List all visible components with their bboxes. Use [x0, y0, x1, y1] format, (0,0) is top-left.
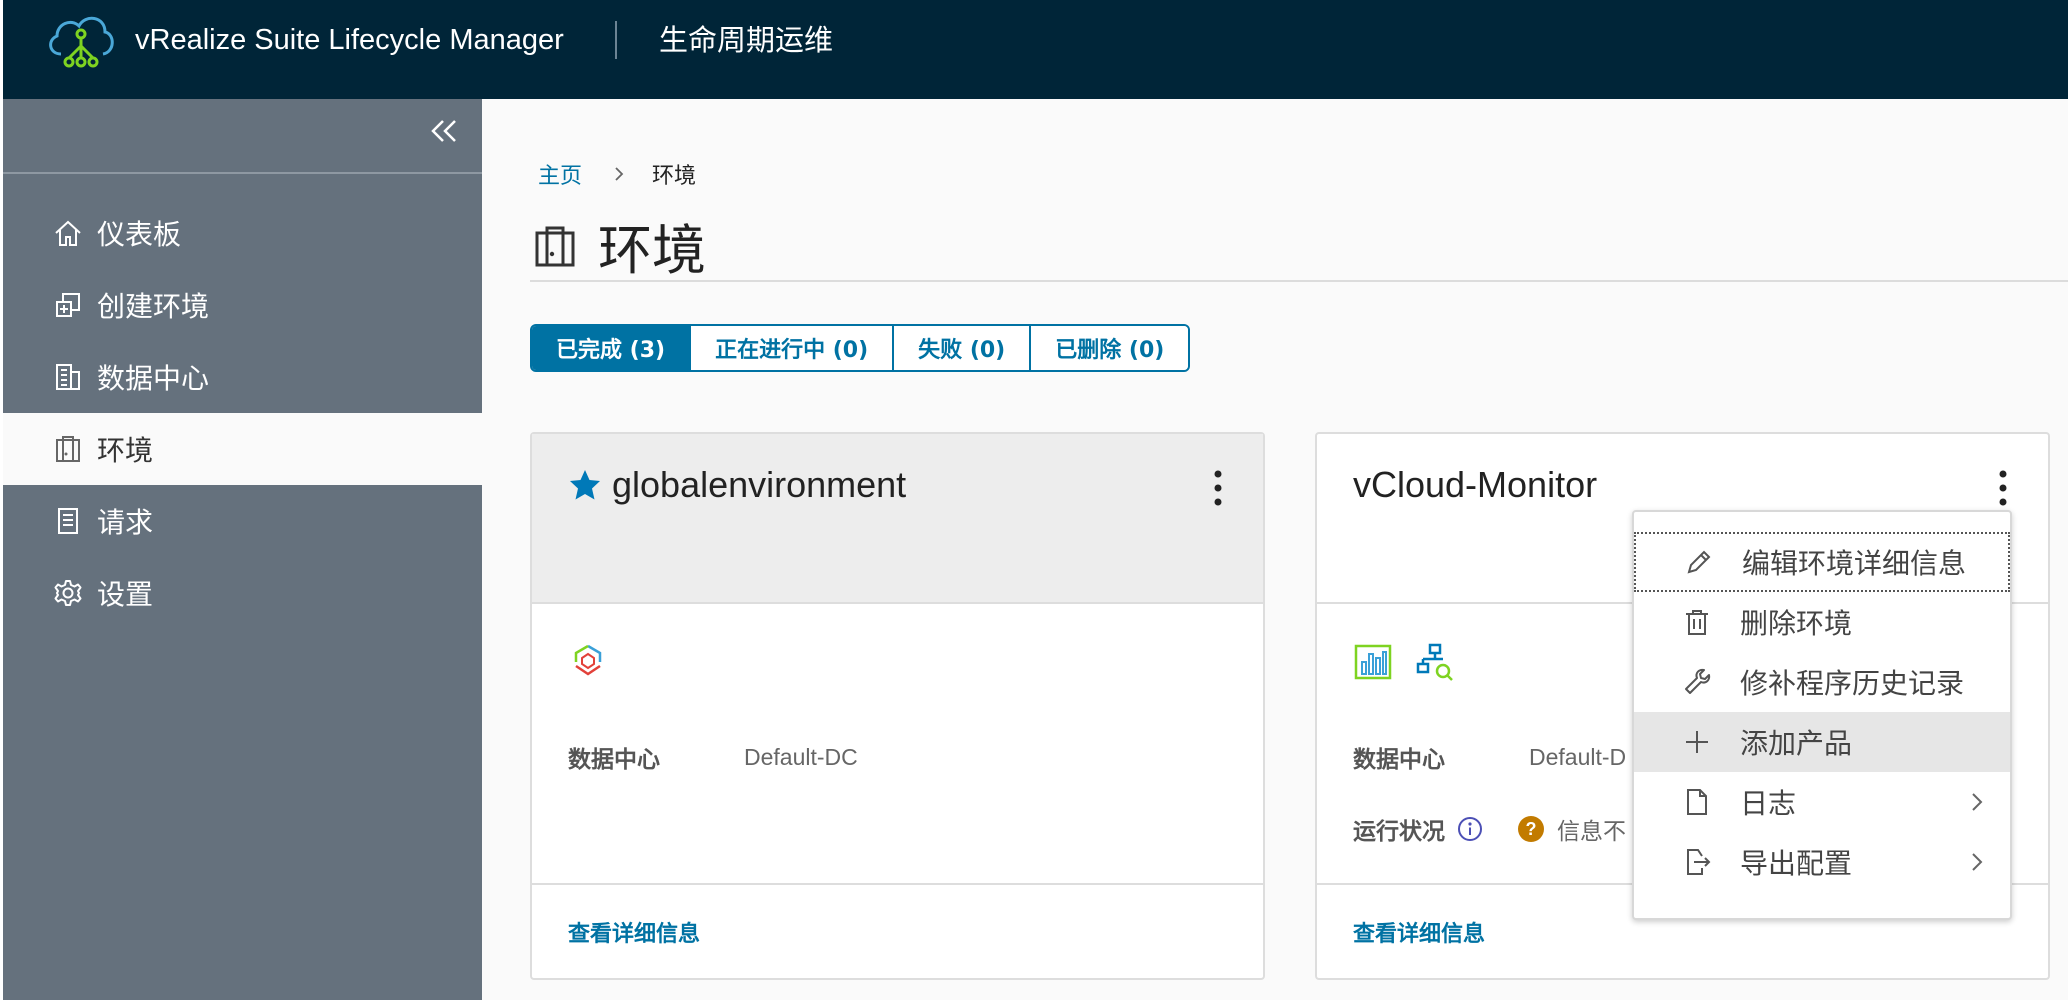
card-divider: [532, 602, 1263, 604]
health-row: 运行状况 ? 信息不: [1353, 812, 1626, 846]
menu-item-edit-environment[interactable]: 编辑环境详细信息: [1634, 532, 2010, 592]
collapse-sidebar-icon[interactable]: [428, 115, 460, 147]
tab-in-progress[interactable]: 正在进行中 (0): [689, 326, 893, 370]
environment-icon: [535, 226, 575, 266]
menu-item-add-product[interactable]: 添加产品: [1634, 712, 2010, 772]
menu-item-label: 日志: [1740, 787, 1797, 820]
chevron-right-icon: [615, 167, 624, 181]
breadcrumb: 主页 环境: [538, 158, 696, 190]
file-icon: [1687, 789, 1707, 815]
network-insight-product-icon[interactable]: [1415, 642, 1455, 682]
sidebar-item-label: 设置: [97, 578, 154, 611]
environment-name[interactable]: globalenvironment: [612, 464, 906, 506]
svg-text:?: ?: [1526, 819, 1537, 839]
tab-deleted[interactable]: 已删除 (0): [1029, 326, 1189, 370]
sidebar-item-settings[interactable]: 设置: [3, 557, 482, 629]
card-title: globalenvironment: [568, 464, 906, 506]
chevron-right-icon: [1972, 853, 1983, 871]
menu-item-export-configuration[interactable]: 导出配置: [1634, 832, 2010, 892]
app-title[interactable]: vRealize Suite Lifecycle Manager: [135, 22, 564, 58]
tab-completed[interactable]: 已完成 (3): [532, 326, 690, 370]
menu-item-label: 修补程序历史记录: [1740, 667, 1965, 700]
breadcrumb-home-link[interactable]: 主页: [538, 158, 582, 190]
sidebar-divider: [3, 172, 482, 174]
datacenter-icon: [56, 364, 80, 390]
sidebar-item-label: 环境: [97, 434, 154, 467]
sidebar-item-datacenter[interactable]: 数据中心: [3, 341, 482, 413]
datacenter-label: 数据中心: [1353, 747, 1445, 773]
tab-failed[interactable]: 失败 (0): [892, 326, 1030, 370]
breadcrumb-current: 环境: [652, 164, 697, 189]
environment-card: globalenvironment 数据中心 Default-DC 查看详细信息: [530, 432, 1265, 980]
page-title: 环境: [532, 206, 706, 285]
create-environment-icon: [56, 293, 80, 317]
health-unknown-icon: ?: [1518, 816, 1544, 842]
sidebar-item-label: 数据中心: [97, 362, 210, 395]
health-value: 信息不: [1557, 818, 1626, 844]
product-icon[interactable]: [568, 642, 608, 682]
sidebar-item-requests[interactable]: 请求: [3, 485, 482, 557]
health-label: 运行状况: [1353, 819, 1445, 845]
sidebar-item-label: 请求: [97, 506, 154, 539]
page-title-text: 环境: [598, 219, 706, 282]
view-details-link[interactable]: 查看详细信息: [568, 916, 700, 948]
home-icon: [55, 220, 81, 246]
menu-item-label: 编辑环境详细信息: [1742, 547, 1967, 580]
more-actions-icon[interactable]: [1998, 468, 2008, 508]
header-divider: [615, 21, 617, 59]
sidebar-item-label: 创建环境: [97, 290, 210, 323]
sidebar-item-dashboard[interactable]: 仪表板: [3, 197, 482, 269]
status-tabs: 已完成 (3) 正在进行中 (0) 失败 (0) 已删除 (0): [530, 324, 1191, 372]
menu-item-label: 添加产品: [1740, 727, 1853, 760]
operations-product-icon[interactable]: [1353, 642, 1393, 682]
pencil-icon: [1687, 550, 1711, 574]
vrealize-logo-icon[interactable]: [43, 8, 119, 72]
card-header: globalenvironment: [532, 434, 1263, 602]
menu-item-delete-environment[interactable]: 删除环境: [1634, 592, 2010, 652]
more-actions-icon[interactable]: [1213, 468, 1223, 508]
menu-item-logs[interactable]: 日志: [1634, 772, 2010, 832]
plus-icon: [1686, 731, 1708, 753]
gear-icon: [54, 580, 82, 606]
trash-icon: [1686, 610, 1708, 635]
environment-actions-menu: 编辑环境详细信息 删除环境 修补程序历史记录 添加产品 日志 导出配置: [1632, 510, 2012, 920]
environment-name[interactable]: vCloud-Monitor: [1353, 464, 1597, 506]
datacenter-row: 数据中心 Default-D: [1353, 740, 1626, 774]
requests-icon: [58, 508, 78, 534]
wrench-icon: [1685, 668, 1711, 694]
sidebar-item-label: 仪表板: [97, 218, 182, 251]
datacenter-value: Default-DC: [744, 743, 858, 770]
sidebar-item-environments[interactable]: 环境: [3, 413, 482, 485]
sidebar: 仪表板 创建环境 数据中心 环境 请求 设置: [0, 99, 482, 1000]
datacenter-label: 数据中心: [568, 747, 660, 773]
datacenter-value: Default-D: [1529, 743, 1627, 770]
menu-item-patch-history[interactable]: 修补程序历史记录: [1634, 652, 2010, 712]
export-icon: [1687, 849, 1711, 875]
module-title: 生命周期运维: [659, 23, 834, 57]
app-header: vRealize Suite Lifecycle Manager 生命周期运维: [0, 0, 2068, 99]
datacenter-row: 数据中心 Default-DC: [568, 740, 858, 774]
card-divider: [532, 883, 1263, 885]
title-divider: [530, 280, 2068, 282]
environment-icon: [56, 436, 80, 462]
favorite-star-icon[interactable]: [568, 468, 602, 502]
chevron-right-icon: [1972, 793, 1983, 811]
menu-item-label: 导出配置: [1740, 847, 1853, 880]
sidebar-item-create-environment[interactable]: 创建环境: [3, 269, 482, 341]
info-icon[interactable]: [1457, 816, 1483, 842]
view-details-link[interactable]: 查看详细信息: [1353, 916, 1485, 948]
card-title: vCloud-Monitor: [1353, 464, 1597, 506]
menu-item-label: 删除环境: [1740, 607, 1853, 640]
